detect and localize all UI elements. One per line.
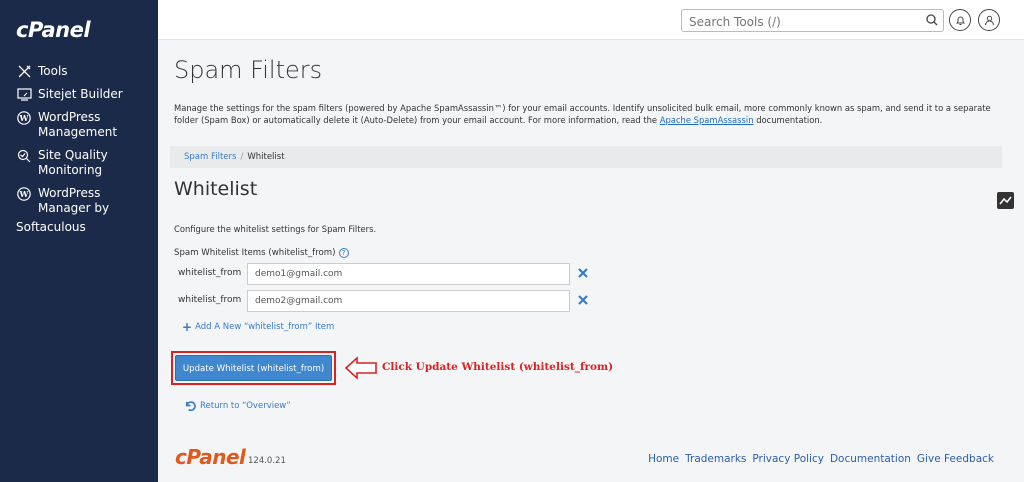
topbar <box>158 0 1024 40</box>
sidebar-item-label: WordPress Manager by <box>38 186 110 215</box>
section-title: Whitelist <box>174 178 258 200</box>
plus-icon: + <box>182 320 193 334</box>
whitelist-input[interactable]: demo2@gmail.com <box>247 290 570 312</box>
site-quality-icon <box>16 148 32 163</box>
svg-text:W: W <box>19 189 30 199</box>
sidebar-item-label: Site Quality Monitoring <box>38 148 108 177</box>
remove-icon[interactable] <box>576 293 590 307</box>
sidebar-item-wordpress-manager[interactable]: W WordPress Manager by <box>0 182 158 220</box>
bell-icon <box>955 16 965 25</box>
whitelist-items-label: Spam Whitelist Items (whitelist_from) ? <box>174 248 349 258</box>
wordpress-icon: W <box>16 110 32 125</box>
section-description: Configure the whitelist settings for Spa… <box>174 224 377 234</box>
sidebar-item-label: Sitejet Builder <box>38 87 123 101</box>
breadcrumb: Spam Filters / Whitelist <box>170 146 1002 168</box>
add-item-link[interactable]: + Add A New “whitelist_from” Item <box>182 320 334 334</box>
sidebar-item-sitejet[interactable]: Sitejet Builder <box>0 83 158 106</box>
tools-icon <box>16 64 32 79</box>
wordpress-icon: W <box>16 186 32 201</box>
sidebar-nav: Tools Sitejet Builder W WordPress Manage… <box>0 60 158 239</box>
remove-icon[interactable] <box>576 266 590 280</box>
footer-link-privacy[interactable]: Privacy Policy <box>752 453 824 465</box>
sitejet-icon <box>16 87 32 102</box>
help-icon[interactable]: ? <box>338 248 349 258</box>
whitelist-input[interactable]: demo1@gmail.com <box>247 263 570 285</box>
field-label: whitelist_from <box>178 295 242 305</box>
whitelist-row: whitelist_from demo1@gmail.com <box>174 263 594 285</box>
update-whitelist-button[interactable]: Update Whitelist (whitelist_from) <box>175 355 332 381</box>
footer-link-feedback[interactable]: Give Feedback <box>917 453 994 465</box>
spamassassin-link[interactable]: Apache SpamAssassin <box>660 115 754 125</box>
search-icon[interactable] <box>925 13 939 27</box>
footer-link-documentation[interactable]: Documentation <box>830 453 911 465</box>
user-menu-button[interactable] <box>978 9 1000 31</box>
cpanel-logo[interactable]: cPanel <box>16 18 91 42</box>
version-label: 124.0.21 <box>248 456 286 466</box>
sidebar-item-label: Tools <box>38 64 68 78</box>
arrow-left-icon <box>344 356 377 380</box>
sidebar-item-label: WordPress Management <box>38 110 118 139</box>
sidebar: cPanel Tools Sitejet Builder W WordPress… <box>0 0 158 482</box>
sidebar-item-tools[interactable]: Tools <box>0 60 158 83</box>
return-link[interactable]: Return to “Overview” <box>185 400 291 411</box>
field-label: whitelist_from <box>178 268 242 278</box>
main-content: Spam Filters Manage the settings for the… <box>158 40 1024 482</box>
footer-link-trademarks[interactable]: Trademarks <box>685 453 746 465</box>
footer-links: Home Trademarks Privacy Policy Documenta… <box>648 453 994 465</box>
page-description: Manage the settings for the spam filters… <box>174 103 991 125</box>
chart-icon[interactable] <box>997 192 1014 209</box>
page-title: Spam Filters <box>174 56 323 84</box>
breadcrumb-spam-filters[interactable]: Spam Filters <box>184 152 236 162</box>
user-icon <box>984 15 994 25</box>
whitelist-row: whitelist_from demo2@gmail.com <box>174 290 594 312</box>
return-icon <box>186 401 196 411</box>
notifications-button[interactable] <box>949 9 971 31</box>
breadcrumb-separator: / <box>240 152 244 162</box>
sidebar-item-label: Softaculous <box>16 220 86 234</box>
sidebar-item-softaculous[interactable]: Softaculous <box>0 220 158 239</box>
sidebar-item-wordpress-management[interactable]: W WordPress Management <box>0 106 158 144</box>
sidebar-item-site-quality[interactable]: Site Quality Monitoring <box>0 144 158 182</box>
footer-logo: cPanel <box>175 445 246 469</box>
search-input[interactable] <box>681 9 944 32</box>
annotation-text: Click Update Whitelist (whitelist_from) <box>382 361 614 373</box>
svg-text:W: W <box>19 113 30 123</box>
breadcrumb-current: Whitelist <box>247 152 285 162</box>
footer-link-home[interactable]: Home <box>648 453 679 465</box>
